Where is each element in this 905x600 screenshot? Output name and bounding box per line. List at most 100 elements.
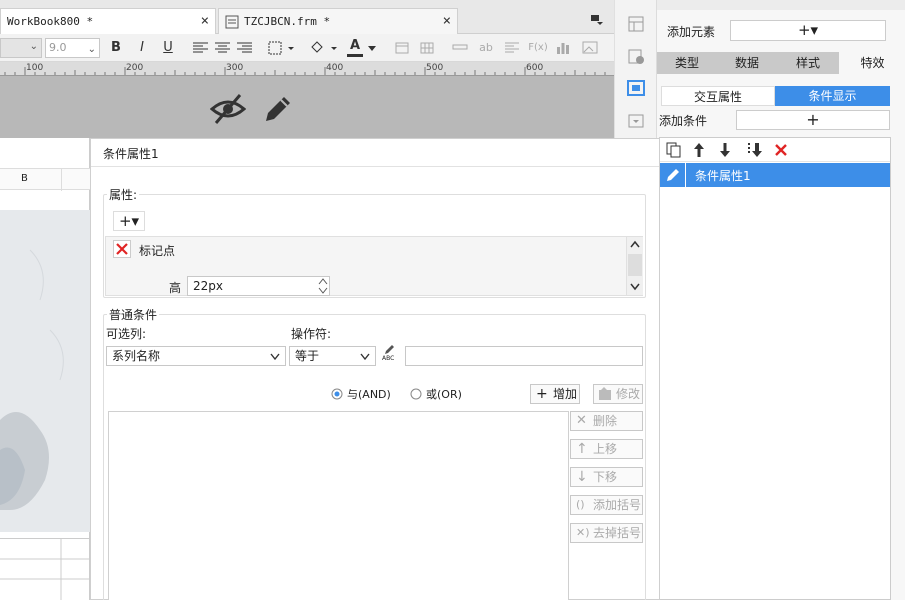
widget-settings-icon[interactable] xyxy=(626,48,646,66)
edit-pencil-icon xyxy=(667,169,679,181)
condition-attribute-dialog: 条件属性1 属性: +▾ 标记点 高 22px 普通条件 可选列: 操作符: 系… xyxy=(90,138,660,600)
column-select[interactable]: 系列名称 xyxy=(106,346,286,366)
panel-header-strip xyxy=(657,0,905,10)
modify-icon xyxy=(599,387,611,400)
add-property-button[interactable]: +▾ xyxy=(113,211,145,231)
value-type-button[interactable]: ABC xyxy=(381,344,403,366)
subtab-interaction[interactable]: 交互属性 xyxy=(661,86,775,106)
ruler-label: 600 xyxy=(526,63,544,73)
move-down-button[interactable]: ↓ 下移 xyxy=(570,467,643,487)
add-paren-label: 添加括号 xyxy=(593,498,642,512)
tab-data[interactable]: 数据 xyxy=(717,52,777,74)
font-size-value: 9.0 xyxy=(49,41,67,54)
scrollbar-thumb[interactable] xyxy=(628,254,642,276)
remove-property-icon[interactable] xyxy=(113,240,131,258)
border-icon[interactable] xyxy=(268,41,296,55)
stepper-arrows-icon xyxy=(318,278,328,294)
modify-condition-button[interactable]: 修改 xyxy=(593,384,643,404)
component-attributes-tab[interactable] xyxy=(623,76,649,102)
widget-library-icon[interactable] xyxy=(626,15,646,33)
format-toolbar: ⌄ 9.0 ⌄ B I U A ab F(x) xyxy=(0,34,614,62)
align-right-icon[interactable] xyxy=(237,42,252,54)
or-radio[interactable]: 或(OR) xyxy=(410,386,480,402)
height-input[interactable]: 22px xyxy=(187,276,330,296)
chevron-down-icon[interactable] xyxy=(368,46,376,52)
properties-label: 属性: xyxy=(107,186,140,203)
condition-list-toolbar xyxy=(660,138,890,162)
tab-form[interactable]: TZCJBCN.frm * × xyxy=(218,8,458,34)
merge-cells-icon[interactable] xyxy=(395,42,409,54)
document-tab-bar: WorkBook800 * × TZCJBCN.frm * × xyxy=(0,0,614,34)
copy-icon[interactable] xyxy=(666,142,682,158)
edit-cell[interactable] xyxy=(660,163,686,187)
operator-select[interactable]: 等于 xyxy=(289,346,376,366)
close-icon[interactable]: × xyxy=(443,13,451,29)
tab-form-title: TZCJBCN.frm * xyxy=(244,15,331,28)
condition-list-area[interactable] xyxy=(108,411,569,600)
collapse-panel-icon[interactable] xyxy=(626,112,646,130)
ruler-label: 200 xyxy=(126,63,144,73)
design-canvas xyxy=(0,76,614,138)
delete-red-icon[interactable] xyxy=(774,143,788,157)
tab-effects[interactable]: 特效 xyxy=(839,52,905,74)
add-condition-button[interactable]: + xyxy=(736,110,890,130)
property-panel: 添加元素 +▾ 类型 数据 样式 特效 交互属性 条件显示 添加条件 + 条件属… xyxy=(656,0,905,600)
operator-select-value: 等于 xyxy=(295,349,320,363)
underline-button[interactable]: U xyxy=(160,39,176,57)
visibility-off-icon[interactable] xyxy=(210,93,246,125)
font-size-select[interactable]: 9.0 ⌄ xyxy=(45,38,100,58)
radio-unselected-icon xyxy=(410,388,422,400)
split-cells-icon[interactable] xyxy=(420,42,434,54)
font-color-button[interactable]: A xyxy=(347,39,363,57)
condition-value-input[interactable] xyxy=(405,346,643,366)
tab-style[interactable]: 样式 xyxy=(777,52,839,74)
move-to-bottom-icon[interactable] xyxy=(745,141,763,159)
image-icon[interactable] xyxy=(582,41,598,54)
chevron-down-icon xyxy=(270,353,280,360)
arrow-down-icon[interactable] xyxy=(719,142,731,158)
add-element-button[interactable]: +▾ xyxy=(730,20,886,41)
chevron-up-icon[interactable] xyxy=(630,240,640,248)
align-left-icon[interactable] xyxy=(193,42,208,54)
ruler-label: 400 xyxy=(326,63,344,73)
add-button-label: 增加 xyxy=(553,387,578,401)
tab-list-icon[interactable] xyxy=(590,14,604,26)
chart-icon[interactable] xyxy=(556,41,570,54)
map-preview xyxy=(0,210,90,532)
wrap-text-button[interactable]: ab xyxy=(477,39,495,57)
text-indent-icon[interactable] xyxy=(505,42,519,54)
delete-condition-button[interactable]: ✕ 删除 xyxy=(570,411,643,431)
edit-pencil-icon[interactable] xyxy=(262,93,294,125)
sheet-preview: B xyxy=(0,138,90,600)
column-header-b: B xyxy=(21,173,28,184)
remove-parenthesis-button[interactable]: ✕) 去掉括号 xyxy=(570,523,643,543)
tab-workbook[interactable]: WorkBook800 * × xyxy=(0,8,216,34)
height-stepper[interactable] xyxy=(316,276,330,296)
add-condition-row-button[interactable]: + 增加 xyxy=(530,384,580,404)
add-condition-label: 添加条件 xyxy=(659,114,708,128)
condition-list-item[interactable]: 条件属性1 xyxy=(660,163,890,187)
operator-label: 操作符: xyxy=(291,327,332,341)
property-scrollbar[interactable] xyxy=(626,237,643,295)
ruler-label: 300 xyxy=(226,63,244,73)
subtab-condition-display[interactable]: 条件显示 xyxy=(775,86,890,106)
delete-button-label: 删除 xyxy=(593,414,618,428)
tab-type[interactable]: 类型 xyxy=(657,52,717,74)
value-type-glyph: ABC xyxy=(382,355,395,362)
bold-button[interactable]: B xyxy=(108,39,124,57)
or-label: 或(OR) xyxy=(426,388,462,401)
arrow-up-icon[interactable] xyxy=(693,142,705,158)
align-center-icon[interactable] xyxy=(215,42,230,54)
grid-lines xyxy=(0,539,90,600)
fill-color-icon[interactable] xyxy=(309,40,339,56)
chevron-down-icon xyxy=(360,353,370,360)
insert-row-icon[interactable] xyxy=(452,44,468,50)
font-name-select[interactable]: ⌄ xyxy=(0,38,42,58)
chevron-down-icon[interactable] xyxy=(630,283,640,291)
and-radio[interactable]: 与(AND) xyxy=(331,386,401,402)
italic-button[interactable]: I xyxy=(134,39,150,57)
formula-button[interactable]: F(x) xyxy=(527,39,549,57)
add-parenthesis-button[interactable]: () 添加括号 xyxy=(570,495,643,515)
move-up-button[interactable]: ↑ 上移 xyxy=(570,439,643,459)
close-icon[interactable]: × xyxy=(201,13,209,29)
